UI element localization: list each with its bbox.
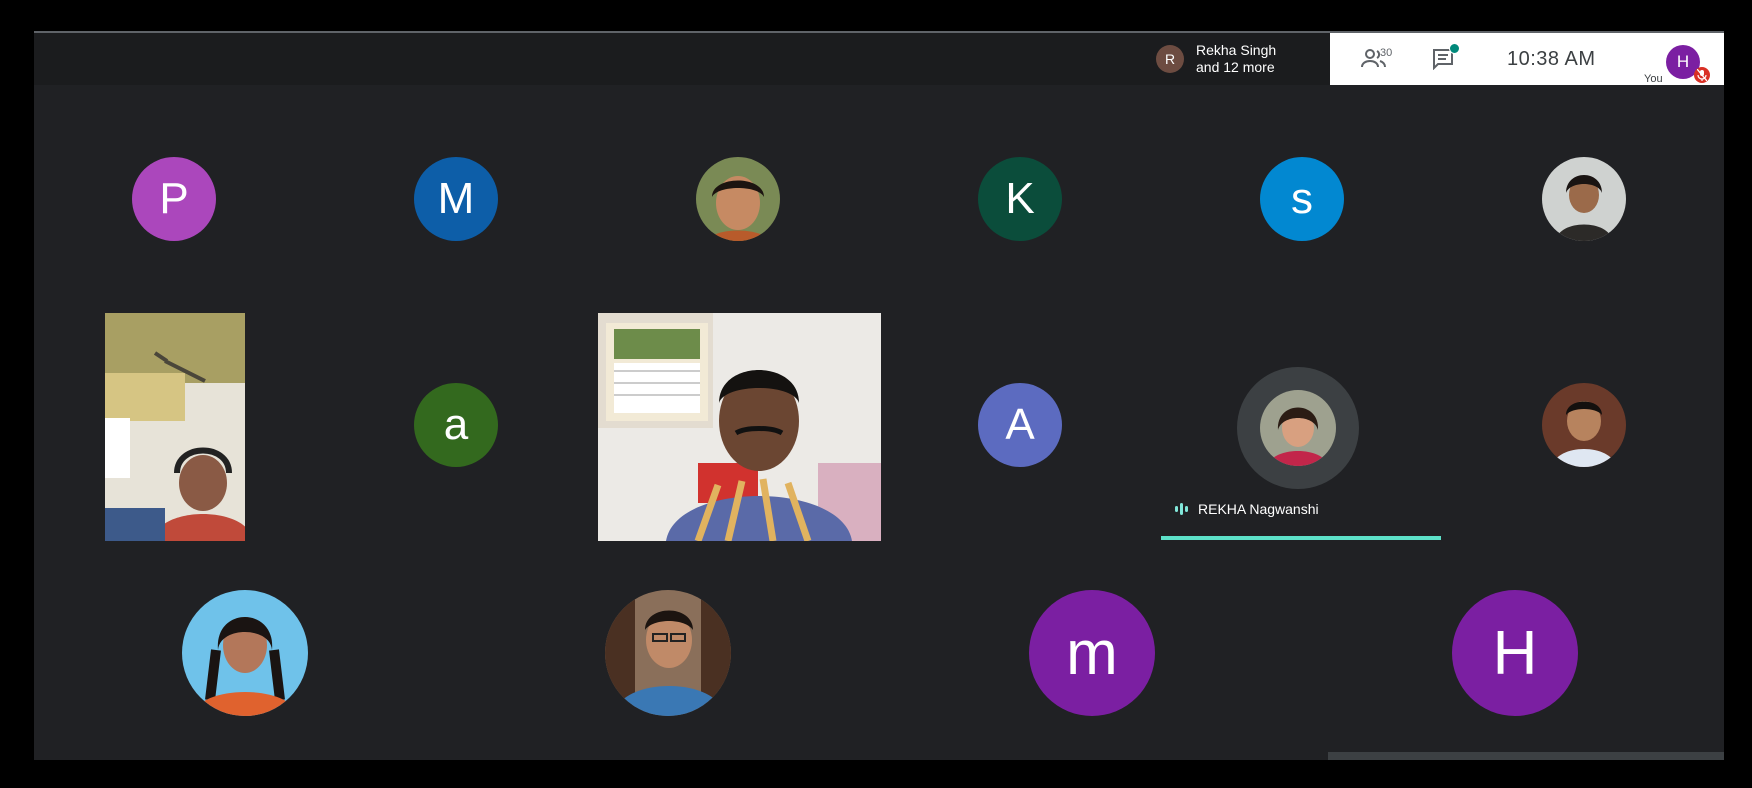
avatar-initial: A <box>1005 400 1035 449</box>
chat-notification-dot <box>1449 43 1460 54</box>
clock: 10:38 AM <box>1507 48 1596 70</box>
video-feed <box>598 313 881 541</box>
speaker-name: REKHA Nagwanshi <box>1198 501 1319 517</box>
presenter-name: Rekha Singh <box>1196 42 1277 58</box>
participant-photo-2[interactable] <box>1542 157 1626 241</box>
bottom-scrollbar[interactable] <box>1328 752 1724 760</box>
avatar-initial: M <box>437 174 475 223</box>
avatar-initial: a <box>443 400 469 449</box>
avatar-photo <box>1542 383 1626 467</box>
video-feed <box>105 313 245 541</box>
toolbar-tray: 30 10:38 AM You H <box>1330 33 1724 85</box>
participant-photo-3[interactable] <box>1542 383 1626 467</box>
participant-photo-4[interactable] <box>182 590 308 716</box>
participant-tile-m-lower[interactable]: m <box>1029 590 1155 716</box>
presenter-text: Rekha Singh and 12 more <box>1196 42 1276 76</box>
mic-off-icon <box>1694 67 1710 83</box>
meeting-window: R Rekha Singh and 12 more 30 10:38 AM Yo… <box>34 33 1724 760</box>
participant-tile-k[interactable]: K <box>978 157 1062 241</box>
participant-tile-s[interactable]: s <box>1260 157 1344 241</box>
avatar-photo <box>696 157 780 241</box>
avatar-photo <box>605 590 731 716</box>
participant-tile-m[interactable]: M <box>414 157 498 241</box>
participant-tile-h[interactable]: H <box>1452 590 1578 716</box>
participant-tile-p[interactable]: P <box>132 157 216 241</box>
top-bar: R Rekha Singh and 12 more 30 10:38 AM Yo… <box>34 33 1724 85</box>
avatar-initial: P <box>159 174 189 223</box>
avatar-initial: K <box>1005 174 1035 223</box>
audio-level-icon <box>1175 503 1188 515</box>
speaker-name-bar: REKHA Nagwanshi <box>1161 496 1441 522</box>
avatar-initial: H <box>1492 618 1538 688</box>
avatar-photo <box>1260 390 1336 466</box>
participants-button[interactable]: 30 <box>1352 45 1396 73</box>
participants-count: 30 <box>1380 47 1393 59</box>
chat-button[interactable] <box>1429 43 1460 73</box>
avatar-initial: m <box>1066 618 1118 688</box>
participant-tile-A[interactable]: A <box>978 383 1062 467</box>
self-label: You <box>1644 73 1663 85</box>
participant-photo-1[interactable] <box>696 157 780 241</box>
avatar-initial: s <box>1291 174 1313 223</box>
avatar-photo <box>1542 157 1626 241</box>
participant-video-2[interactable] <box>598 313 881 541</box>
presenter-more: and 12 more <box>1196 59 1275 75</box>
participant-photo-speaker[interactable] <box>1260 390 1336 466</box>
participant-photo-5[interactable] <box>605 590 731 716</box>
participant-tile-a[interactable]: a <box>414 383 498 467</box>
presenter-avatar: R <box>1156 45 1184 73</box>
speaker-underline <box>1161 536 1441 540</box>
participant-video-1[interactable] <box>105 313 245 541</box>
avatar-photo <box>182 590 308 716</box>
